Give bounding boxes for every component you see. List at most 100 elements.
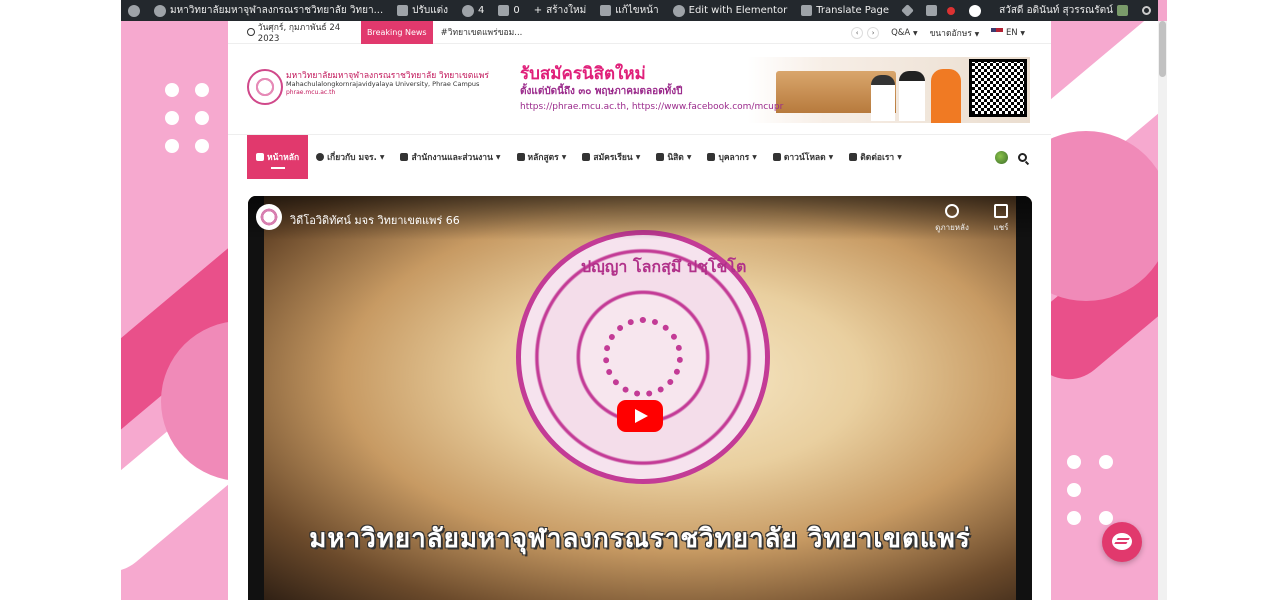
- messenger-icon: [1114, 538, 1130, 544]
- smiley-icon: [969, 4, 982, 17]
- updates-link[interactable]: 4: [455, 0, 491, 21]
- yoast-seo-button[interactable]: [919, 0, 962, 21]
- nav-item-offices[interactable]: สำนักงานและส่วนงาน ▼: [392, 135, 508, 179]
- site-branding[interactable]: มหาวิทยาลัยมหาจุฬาลงกรณราชวิทยาลัย วิทยา…: [286, 71, 489, 96]
- yoast-icon: [926, 5, 938, 16]
- globe-icon[interactable]: [995, 150, 1008, 164]
- nav-item-home[interactable]: หน้าหลัก: [247, 135, 309, 179]
- nav-label: สำนักงานและส่วนงาน: [411, 153, 493, 163]
- seal-dotted-ring: [603, 317, 683, 397]
- university-logo[interactable]: [247, 69, 283, 105]
- nav-item-students[interactable]: นิสิต ▼: [648, 135, 699, 179]
- window-margin-right: [1167, 0, 1288, 600]
- chevron-down-icon: ▼: [635, 153, 641, 161]
- bg-dot: [1099, 511, 1113, 525]
- main-navigation: หน้าหลัก เกี่ยวกับ มจร. ▼ สำนักงานและส่ว…: [228, 135, 1051, 179]
- info-icon: [316, 153, 325, 161]
- comment-bubble-icon: [498, 5, 510, 16]
- monk-figure: [931, 69, 961, 123]
- font-size-menu[interactable]: ขนาดอักษร ▼: [930, 26, 980, 40]
- page-scrollbar[interactable]: [1158, 21, 1167, 600]
- breaking-news-ticker[interactable]: #วิทยาเขตแพร่ขอม...: [433, 25, 523, 39]
- window-margin-left: [0, 0, 121, 600]
- nav-item-staff[interactable]: บุคลากร ▼: [699, 135, 764, 179]
- user-icon: [707, 153, 716, 161]
- admission-banner[interactable]: รับสมัครนิสิตใหม่ ตั้งแต่บัดนี้ถึง ๓๐ พฤ…: [516, 57, 1030, 123]
- play-button[interactable]: [617, 400, 663, 432]
- share-button[interactable]: แชร์: [981, 204, 1021, 234]
- new-content-link[interactable]: + สร้างใหม่: [527, 0, 593, 21]
- banner-period: ตั้งแต่บัดนี้ถึง ๓๐ พฤษภาคมตลอดทั้งปี: [520, 86, 683, 97]
- admin-search-button[interactable]: [1135, 0, 1158, 21]
- nav-label: บุคลากร: [718, 153, 750, 163]
- nav-item-apply[interactable]: สมัครเรียน ▼: [574, 135, 648, 179]
- watch-later-button[interactable]: ดูภายหลัง: [932, 204, 972, 234]
- video-title[interactable]: วิดีโอวิดิทัศน์ มจร วิทยาเขตแพร่ 66: [290, 211, 460, 229]
- ticker-next-button[interactable]: ›: [867, 26, 880, 39]
- ticker-prev-button[interactable]: ‹: [851, 26, 864, 39]
- current-date: วันศุกร์, กุมภาพันธ์ 24 2023: [228, 20, 361, 44]
- graduation-icon: [582, 153, 591, 161]
- watch-later-label: ดูภายหลัง: [935, 223, 969, 232]
- qa-menu[interactable]: Q&A ▼: [891, 28, 917, 38]
- nav-label: นิสิต: [667, 153, 684, 163]
- seo-status-dot: [947, 6, 956, 15]
- scrollbar-thumb[interactable]: [1159, 21, 1166, 77]
- share-label: แชร์: [993, 223, 1009, 232]
- nav-label: ดาวน์โหลด: [783, 153, 826, 163]
- brush-icon: [397, 5, 409, 16]
- translate-page-link[interactable]: Translate Page: [794, 0, 896, 21]
- user-account-menu[interactable]: สวัสดี อดินันท์ สุวรรณรัตน์: [992, 0, 1135, 21]
- new-content-label: สร้างใหม่: [546, 5, 587, 16]
- dashboard-icon: [154, 4, 166, 17]
- customize-link[interactable]: ปรับแต่ง: [390, 0, 455, 21]
- home-icon: [256, 153, 264, 161]
- elementor-link[interactable]: Edit with Elementor: [666, 0, 795, 21]
- language-switcher[interactable]: EN ▼: [991, 28, 1025, 38]
- chevron-down-icon: ▼: [686, 153, 692, 161]
- wordpress-logo-button[interactable]: [121, 0, 147, 21]
- nav-item-downloads[interactable]: ดาวน์โหลด ▼: [765, 135, 841, 179]
- smiley-plugin-button[interactable]: [962, 0, 988, 21]
- comments-link[interactable]: 0: [491, 0, 526, 21]
- chevron-down-icon: ▼: [974, 30, 980, 38]
- messenger-chat-button[interactable]: [1102, 522, 1142, 562]
- font-size-label: ขนาดอักษร: [929, 28, 972, 39]
- nav-item-about[interactable]: เกี่ยวกับ มจร. ▼: [308, 135, 392, 179]
- translate-label: Translate Page: [816, 5, 890, 16]
- elementor-label: Edit with Elementor: [688, 5, 788, 16]
- refresh-icon: [462, 4, 475, 17]
- bg-dot: [195, 111, 209, 125]
- student-icon: [656, 153, 665, 161]
- chevron-down-icon: ▼: [897, 153, 902, 161]
- student-figure: [899, 71, 925, 121]
- elementor-icon: [672, 4, 685, 17]
- chevron-down-icon: ▼: [561, 153, 567, 161]
- diamond-plugin-button[interactable]: [896, 0, 919, 21]
- youtube-video-embed[interactable]: ปญฺญา โลกสฺมึ ปชฺโชโต วิดีโอวิดิทัศน์ มจ…: [248, 196, 1032, 600]
- search-icon: [1142, 6, 1151, 15]
- download-icon: [772, 153, 781, 161]
- nav-label: ติดต่อเรา: [860, 153, 895, 163]
- address-card-icon: [849, 153, 858, 161]
- diamond-icon: [901, 4, 914, 17]
- nav-item-contact[interactable]: ติดต่อเรา ▼: [841, 135, 910, 179]
- chevron-down-icon: ▼: [828, 153, 834, 161]
- greeting-label: สวัสดี อดินันท์ สุวรรณรัตน์: [999, 5, 1113, 16]
- clock-icon: [945, 204, 959, 218]
- bg-dot: [1067, 483, 1081, 497]
- logo-url: phrae.mcu.ac.th: [286, 88, 336, 96]
- banner-links: https://phrae.mcu.ac.th, https://www.fac…: [520, 102, 784, 112]
- user-avatar: [1117, 5, 1128, 16]
- channel-avatar[interactable]: [256, 204, 282, 230]
- share-arrow-icon: [994, 204, 1008, 218]
- search-icon[interactable]: [1018, 152, 1027, 162]
- edit-page-link[interactable]: แก้ไขหน้า: [593, 0, 665, 21]
- site-container: วันศุกร์, กุมภาพันธ์ 24 2023 Breaking Ne…: [228, 20, 1051, 600]
- pencil-icon: [600, 5, 612, 16]
- bg-dot: [165, 111, 179, 125]
- bg-dot: [195, 83, 209, 97]
- admin-bar: มหาวิทยาลัยมหาจุฬาลงกรณราชวิทยาลัย วิทยา…: [121, 0, 1158, 21]
- site-name-link[interactable]: มหาวิทยาลัยมหาจุฬาลงกรณราชวิทยาลัย วิทยา…: [147, 0, 390, 21]
- nav-item-programs[interactable]: หลักสูตร ▼: [509, 135, 575, 179]
